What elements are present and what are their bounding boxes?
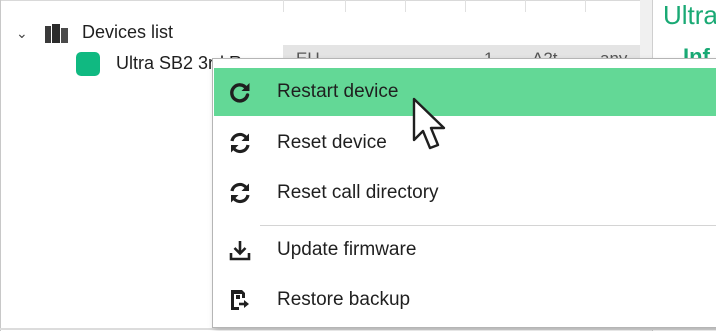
menu-item-reset-call-directory[interactable]: Reset call directory bbox=[214, 169, 716, 217]
reset-icon bbox=[230, 132, 250, 154]
download-icon bbox=[229, 241, 251, 261]
menu-item-label: Reset call directory bbox=[277, 182, 439, 203]
column-divider bbox=[283, 0, 284, 12]
detail-panel-title: Ultra bbox=[663, 0, 716, 30]
menu-item-restart-device[interactable]: Restart device bbox=[214, 68, 716, 116]
chevron-down-icon[interactable]: ⌄ bbox=[16, 26, 28, 40]
context-menu: Restart device Reset device Reset call d… bbox=[212, 58, 716, 328]
menu-item-label: Update firmware bbox=[277, 239, 417, 260]
menu-item-restore-backup[interactable]: Restore backup bbox=[214, 276, 716, 324]
reset-call-directory-icon bbox=[230, 182, 250, 204]
frame-top-border bbox=[0, 0, 716, 1]
device-status-icon bbox=[76, 52, 100, 76]
column-divider bbox=[465, 0, 466, 12]
column-divider bbox=[585, 0, 586, 12]
menu-item-label: Restart device bbox=[277, 81, 399, 102]
mouse-pointer-icon bbox=[412, 97, 446, 150]
menu-item-reset-device[interactable]: Reset device bbox=[214, 119, 716, 167]
restart-icon bbox=[230, 83, 250, 103]
column-divider bbox=[345, 0, 346, 12]
column-divider bbox=[525, 0, 526, 12]
menu-item-label: Reset device bbox=[277, 132, 387, 153]
column-divider bbox=[405, 0, 406, 12]
frame-bottom-border bbox=[0, 328, 716, 330]
tree-root-label: Devices list bbox=[82, 22, 174, 42]
restore-backup-icon bbox=[231, 290, 249, 310]
menu-item-label: Restore backup bbox=[277, 289, 411, 310]
device-group-icon bbox=[45, 24, 68, 43]
menu-item-update-firmware[interactable]: Update firmware bbox=[214, 226, 716, 274]
